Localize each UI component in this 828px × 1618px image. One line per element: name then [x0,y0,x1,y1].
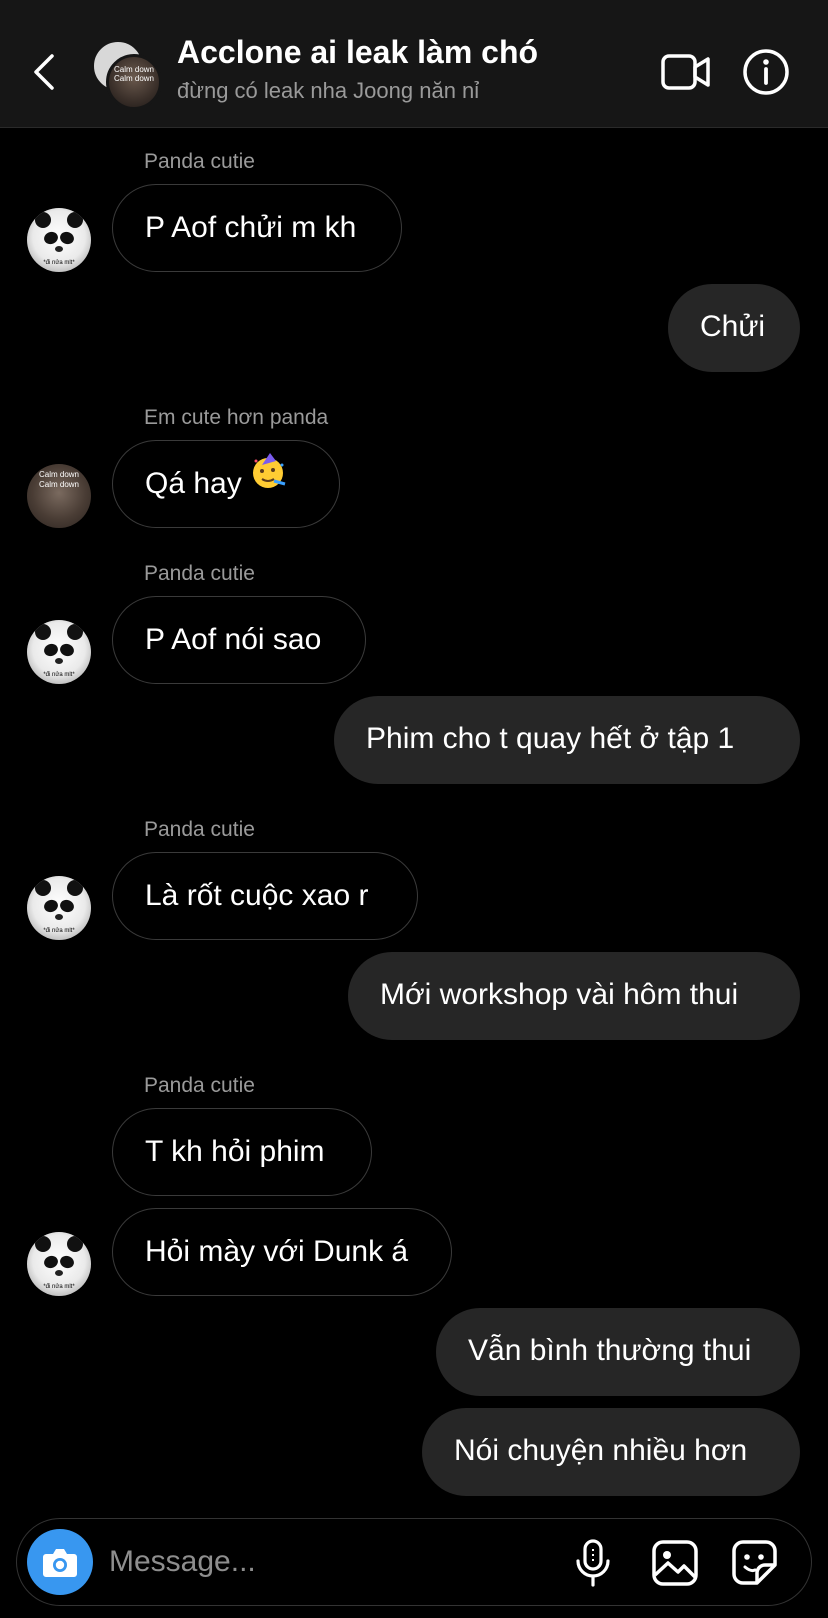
back-button[interactable] [28,52,64,92]
avatar-caption: *đi nửa mlt* [43,1284,75,1290]
avatar-caption: *đi nửa mlt* [43,672,75,678]
outgoing-message[interactable]: Chửi [668,284,800,372]
avatar-caption: Calm down [38,480,79,489]
group-avatar[interactable]: Calm down Calm down [92,40,162,110]
incoming-message[interactable]: P Aof chửi m kh [112,184,402,272]
incoming-message[interactable]: P Aof nói sao [112,596,366,684]
sender-name: Panda cutie [144,562,255,585]
outgoing-message[interactable]: Phim cho t quay hết ở tập 1 [334,696,800,784]
group-avatar-front: Calm down Calm down [106,54,162,110]
avatar-caption: *đi nửa mlt* [43,928,75,934]
outgoing-message[interactable]: Nói chuyện nhiều hơn [422,1408,800,1496]
sender-name: Panda cutie [144,150,255,173]
incoming-message[interactable]: T kh hỏi phim [112,1108,372,1196]
incoming-message[interactable]: Hỏi mày với Dunk á [112,1208,452,1296]
photo-gallery-icon [652,1540,698,1586]
sender-name: Panda cutie [144,818,255,841]
sender-avatar[interactable]: *đi nửa mlt* [27,208,91,272]
microphone-icon [576,1539,610,1587]
voice-message-button[interactable] [573,1539,613,1587]
message-text: Qá hay [145,467,242,500]
sender-avatar[interactable]: Calm down Calm down [27,464,91,528]
message-input[interactable] [109,1539,529,1585]
video-call-button[interactable] [660,50,712,94]
chevron-left-icon [34,54,54,90]
chat-subtitle: đừng có leak nha Joong năn nỉ [177,78,480,103]
sender-avatar[interactable]: *đi nửa mlt* [27,1232,91,1296]
sender-name: Panda cutie [144,1074,255,1097]
sticker-button[interactable] [731,1539,779,1587]
outgoing-message[interactable]: Mới workshop vài hôm thui [348,952,800,1040]
info-icon [743,49,789,95]
avatar-caption: Calm down [113,74,154,83]
chat-header: Calm down Calm down Acclone ai leak làm … [0,0,828,128]
partying-face-icon [248,439,288,525]
gallery-button[interactable] [651,1539,699,1587]
info-button[interactable] [742,48,790,96]
camera-button[interactable] [27,1529,93,1595]
sender-name: Em cute hơn panda [144,406,329,429]
chat-title[interactable]: Acclone ai leak làm chó [177,34,538,71]
sender-avatar[interactable]: *đi nửa mlt* [27,876,91,940]
avatar-caption: *đi nửa mlt* [43,260,75,266]
video-camera-icon [661,54,710,90]
avatar-caption: Calm down [38,470,79,479]
avatar-caption: Calm down [113,65,154,74]
incoming-message[interactable]: Qá hay [112,440,340,528]
outgoing-message[interactable]: Vẫn bình thường thui [436,1308,800,1396]
camera-icon [43,1549,77,1577]
incoming-message[interactable]: Là rốt cuộc xao r [112,852,418,940]
sender-avatar[interactable]: *đi nửa mlt* [27,620,91,684]
message-composer [16,1518,812,1606]
sticker-icon [732,1540,777,1585]
